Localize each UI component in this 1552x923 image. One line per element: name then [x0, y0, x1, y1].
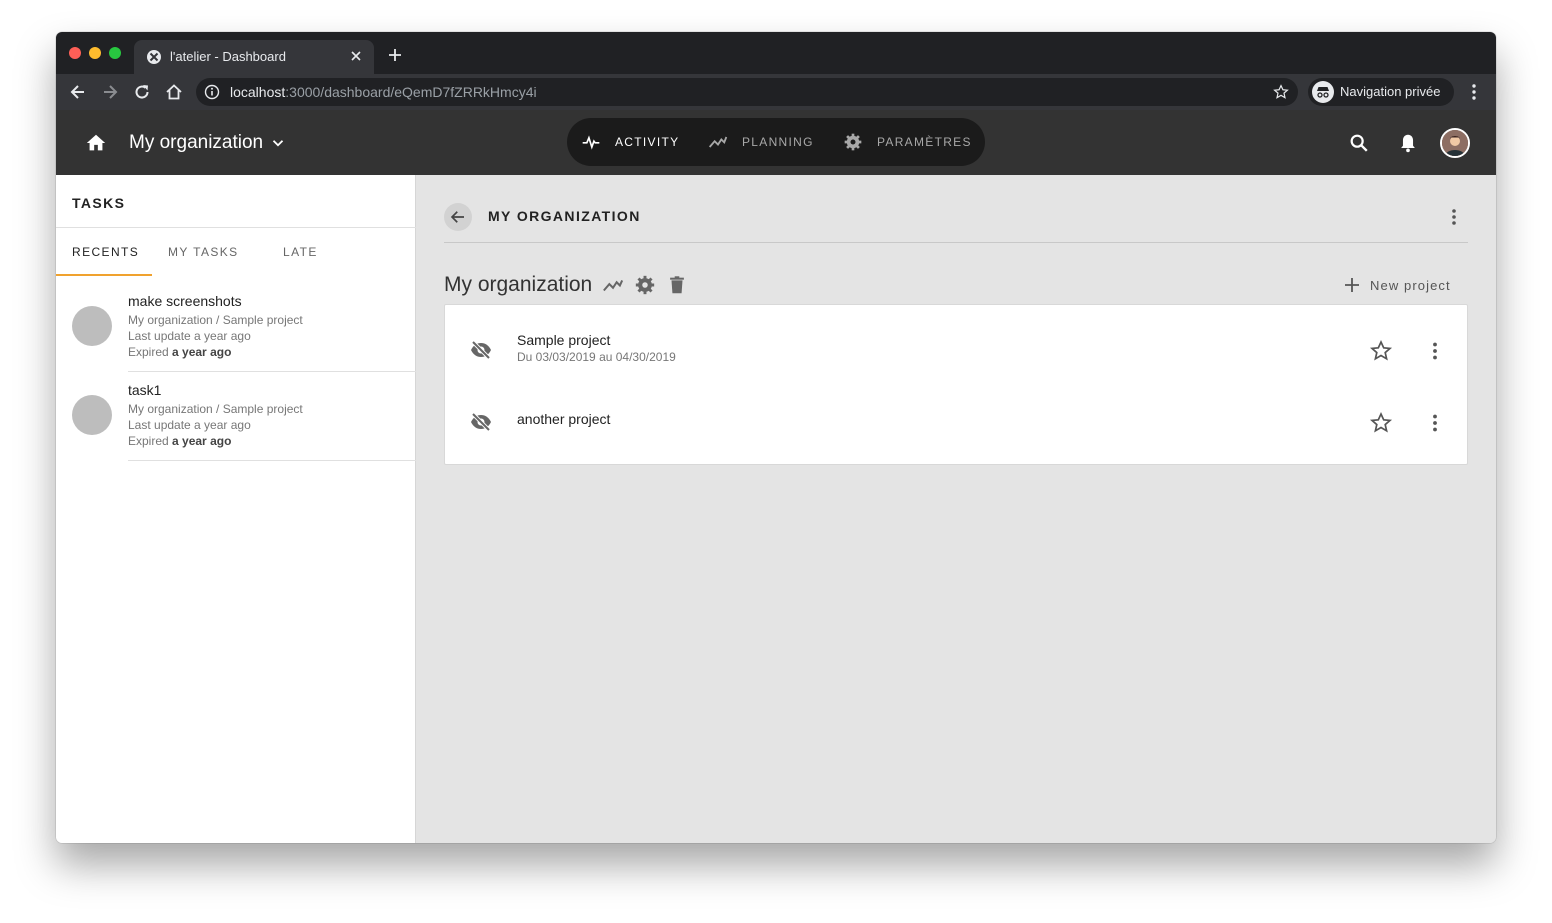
home-browser-icon[interactable]: [164, 82, 184, 102]
browser-window: l'atelier - Dashboard localhost:3000/das…: [56, 32, 1496, 843]
chevron-down-icon: [272, 140, 284, 147]
bell-icon[interactable]: [1397, 132, 1419, 154]
minimize-window-button[interactable]: [89, 47, 101, 59]
user-avatar[interactable]: [1440, 128, 1470, 158]
projects-list: Sample project Du 03/03/2019 au 04/30/20…: [444, 304, 1468, 465]
more-vertical-icon[interactable]: [1444, 207, 1464, 227]
star-outline-icon[interactable]: [1369, 339, 1393, 363]
main-nav: ACTIVITY PLANNING PARAMÈTRES: [567, 118, 985, 166]
info-icon[interactable]: [204, 84, 220, 100]
main-panel: MY ORGANIZATION My organization New proj…: [416, 175, 1496, 843]
address-bar[interactable]: localhost:3000/dashboard/eQemD7fZRRkHmcy…: [196, 78, 1298, 106]
task-path: My organization / Sample project: [128, 313, 303, 327]
more-vertical-icon[interactable]: [1423, 411, 1447, 435]
trending-icon: [708, 136, 728, 148]
nav-planning-label: PLANNING: [742, 135, 814, 149]
arrow-left-icon: [450, 211, 464, 223]
project-row[interactable]: Sample project Du 03/03/2019 au 04/30/20…: [445, 313, 1469, 385]
org-heading-text: My organization: [444, 273, 593, 296]
incognito-label: Navigation privée: [1340, 84, 1441, 99]
task-last-update: Last update a year ago: [128, 418, 251, 432]
tab-my-tasks[interactable]: MY TASKS: [168, 245, 239, 259]
browser-menu-icon[interactable]: [1464, 82, 1484, 102]
tasks-sidebar: TASKS RECENTS MY TASKS LATE make screens…: [56, 175, 416, 843]
new-project-label: New project: [1370, 277, 1451, 293]
tab-late[interactable]: LATE: [283, 245, 318, 259]
home-icon[interactable]: [85, 132, 107, 154]
org-selector-label: My organization: [129, 132, 264, 153]
new-tab-icon[interactable]: [386, 46, 404, 64]
org-heading: My organization: [444, 273, 688, 297]
plus-icon: [1345, 278, 1359, 292]
atelier-favicon-icon: [147, 50, 161, 64]
sidebar-title: TASKS: [72, 195, 126, 211]
nav-activity-label: ACTIVITY: [615, 135, 680, 149]
close-tab-icon[interactable]: [348, 48, 364, 64]
nav-settings-label: PARAMÈTRES: [877, 135, 972, 149]
nav-settings[interactable]: PARAMÈTRES: [843, 132, 972, 152]
task-avatar: [72, 306, 112, 346]
project-name: Sample project: [517, 332, 611, 348]
project-dates: Du 03/03/2019 au 04/30/2019: [517, 350, 676, 364]
visibility-off-icon[interactable]: [469, 410, 493, 434]
title-divider: [444, 242, 1468, 243]
close-window-button[interactable]: [69, 47, 81, 59]
user-avatar-icon: [1442, 130, 1468, 156]
url-host: localhost: [230, 84, 286, 100]
activity-icon: [582, 135, 600, 150]
nav-activity[interactable]: ACTIVITY: [581, 132, 679, 152]
gear-icon[interactable]: [634, 274, 656, 296]
incognito-icon: [1312, 81, 1334, 103]
nav-planning[interactable]: PLANNING: [708, 132, 814, 152]
app-header: My organization ACTIVITY PLANNING PARAMÈ…: [56, 110, 1496, 175]
task-expired-value: a year ago: [172, 434, 232, 448]
task-expired: Expired a year ago: [128, 345, 231, 359]
task-item[interactable]: task1 My organization / Sample project L…: [56, 372, 416, 461]
search-icon[interactable]: [1348, 132, 1370, 154]
tab-strip: l'atelier - Dashboard: [56, 32, 1496, 74]
active-tab-indicator: [56, 274, 152, 276]
trash-icon[interactable]: [666, 274, 688, 296]
visibility-off-icon[interactable]: [469, 338, 493, 362]
back-arrow-icon[interactable]: [68, 82, 88, 102]
incognito-chip[interactable]: Navigation privée: [1308, 78, 1454, 106]
trending-icon[interactable]: [602, 274, 624, 296]
tab-title: l'atelier - Dashboard: [170, 49, 286, 64]
forward-arrow-icon[interactable]: [100, 82, 120, 102]
browser-toolbar: localhost:3000/dashboard/eQemD7fZRRkHmcy…: [56, 74, 1496, 110]
browser-tab[interactable]: l'atelier - Dashboard: [134, 40, 374, 74]
url-text: localhost:3000/dashboard/eQemD7fZRRkHmcy…: [230, 84, 537, 100]
bookmark-star-icon[interactable]: [1272, 83, 1290, 101]
task-expired-prefix: Expired: [128, 434, 169, 448]
task-name: make screenshots: [128, 293, 242, 309]
more-vertical-icon[interactable]: [1423, 339, 1447, 363]
star-outline-icon[interactable]: [1369, 411, 1393, 435]
project-name: another project: [517, 411, 611, 427]
task-divider: [128, 460, 416, 461]
task-path: My organization / Sample project: [128, 402, 303, 416]
tab-recents[interactable]: RECENTS: [72, 245, 139, 259]
org-selector[interactable]: My organization: [129, 131, 287, 155]
page-title: MY ORGANIZATION: [488, 208, 641, 224]
new-project-button[interactable]: New project: [1342, 275, 1451, 295]
sidebar-divider: [56, 227, 416, 228]
task-name: task1: [128, 382, 162, 398]
back-button[interactable]: [444, 203, 472, 231]
task-item[interactable]: make screenshots My organization / Sampl…: [56, 283, 416, 372]
gear-icon: [844, 133, 862, 151]
maximize-window-button[interactable]: [109, 47, 121, 59]
task-last-update: Last update a year ago: [128, 329, 251, 343]
task-expired: Expired a year ago: [128, 434, 231, 448]
task-expired-value: a year ago: [172, 345, 232, 359]
task-expired-prefix: Expired: [128, 345, 169, 359]
url-path: :3000/dashboard/eQemD7fZRRkHmcy4i: [285, 84, 537, 100]
project-row[interactable]: another project: [445, 385, 1469, 457]
reload-icon[interactable]: [132, 82, 152, 102]
task-avatar: [72, 395, 112, 435]
